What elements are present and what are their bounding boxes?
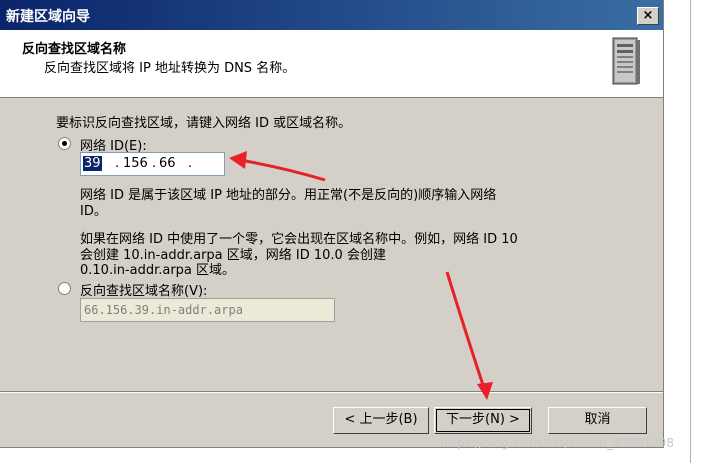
- annotation-arrow-to-next: [445, 271, 493, 400]
- annotation-arrow-to-input: [229, 151, 326, 182]
- annotation-overlay: [229, 151, 493, 400]
